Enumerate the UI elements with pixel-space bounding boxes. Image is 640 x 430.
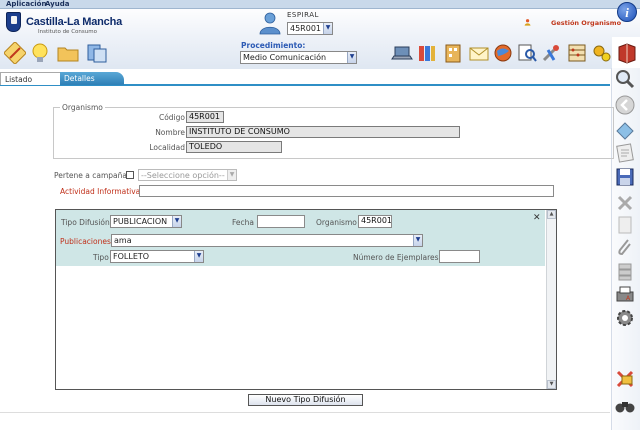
back-icon[interactable] [614, 94, 636, 116]
delete-icon[interactable] [614, 192, 636, 214]
publicaciones-label: Publicaciones [60, 237, 111, 246]
chevron-down-icon: ▼ [194, 251, 203, 262]
localidad-field[interactable]: TOLEDO [186, 141, 282, 153]
folder-icon[interactable] [57, 42, 79, 64]
info-icon[interactable]: i [617, 2, 637, 22]
scroll-up-icon[interactable]: ▲ [547, 210, 556, 219]
publicaciones-select-value: ama [114, 236, 132, 245]
settings-icon[interactable] [614, 307, 636, 329]
tools-icon[interactable] [540, 42, 562, 64]
save-icon[interactable] [614, 166, 636, 188]
panel-scrollbar[interactable]: ▲ ▼ [546, 210, 556, 389]
codigo-field[interactable]: 45R001 [186, 111, 224, 123]
procedimiento-label: Procedimiento: [241, 41, 306, 50]
chevron-down-icon: ▼ [347, 52, 356, 63]
fecha-field[interactable] [257, 215, 305, 228]
logo-subtitle: Instituto de Consumo [38, 29, 97, 35]
espiral-select-value: 45R001 [290, 24, 322, 33]
menu-aplicacion[interactable]: Aplicación [6, 0, 46, 9]
campana-select[interactable]: --Seleccione opción-- ▼ [138, 169, 237, 181]
books-icon[interactable] [416, 42, 438, 64]
localidad-label: Localidad [149, 143, 185, 152]
nombre-label: Nombre [155, 128, 185, 137]
laptop-icon[interactable] [391, 42, 413, 64]
ejemplares-label: Número de Ejemplares [353, 253, 439, 262]
user-icon [259, 12, 281, 35]
stack-icon[interactable] [614, 260, 636, 282]
menu-ayuda[interactable]: Ayuda [45, 0, 69, 9]
menu-bar: Aplicación Ayuda [0, 0, 640, 9]
chevron-down-icon: ▼ [227, 170, 236, 180]
abacus-icon[interactable] [566, 42, 588, 64]
binoculars-icon[interactable] [614, 394, 636, 416]
gears-icon[interactable] [591, 42, 613, 64]
coat-of-arms-icon [6, 12, 21, 32]
gestion-organismo-icon [524, 19, 531, 26]
gestion-organismo-link[interactable]: Gestión Organismo [551, 19, 621, 27]
campana-checkbox[interactable] [126, 171, 134, 179]
fecha-label: Fecha [232, 218, 254, 227]
cancel-tool-icon[interactable] [614, 368, 636, 390]
ejemplares-field[interactable] [439, 250, 480, 263]
procedimiento-select-value: Medio Comunicación [243, 53, 327, 62]
organismo-difusion-label: Organismo [316, 218, 357, 227]
eraser-icon[interactable] [614, 118, 636, 140]
chevron-down-icon: ▼ [323, 23, 332, 34]
campana-label: Pertene a campaña [54, 171, 127, 180]
actividad-field[interactable] [139, 185, 554, 197]
tipo-label: Tipo [93, 253, 109, 262]
procedimiento-select[interactable]: Medio Comunicación ▼ [240, 51, 357, 64]
organismo-legend: Organismo [62, 103, 103, 112]
tipo-select[interactable]: FOLLETO ▼ [110, 250, 204, 263]
search-document-icon[interactable] [516, 42, 538, 64]
bulb-icon[interactable] [29, 42, 51, 64]
tab-listado[interactable]: Listado [0, 72, 62, 85]
globe-icon[interactable] [492, 42, 514, 64]
tipo-difusion-select-value: PUBLICACION [113, 217, 168, 226]
scroll-down-icon[interactable]: ▼ [547, 380, 556, 389]
print-icon[interactable]: A [614, 284, 636, 306]
actividad-label: Actividad Informativa [60, 187, 141, 196]
chevron-down-icon: ▼ [172, 216, 181, 227]
codigo-label: Código [158, 113, 185, 122]
logo-title: Castilla-La Mancha [26, 16, 123, 28]
footer-divider [0, 412, 610, 413]
campana-select-value: --Seleccione opción-- [141, 171, 225, 180]
espiral-select[interactable]: 45R001 ▼ [287, 22, 333, 35]
chevron-down-icon: ▼ [413, 235, 422, 246]
notes-icon[interactable] [614, 142, 636, 164]
tipo-difusion-select[interactable]: PUBLICACION ▼ [110, 215, 182, 228]
espiral-label: ESPIRAL [287, 11, 319, 19]
mail-icon[interactable] [468, 42, 490, 64]
attach-icon[interactable] [614, 236, 636, 258]
nuevo-tipo-difusion-button[interactable]: Nuevo Tipo Difusión [248, 394, 363, 406]
building-icon[interactable] [442, 42, 464, 64]
document-icon[interactable] [614, 214, 636, 236]
tipo-select-value: FOLLETO [113, 252, 150, 261]
close-icon[interactable]: ✕ [533, 213, 541, 223]
tab-detalles[interactable]: Detalles [60, 72, 124, 85]
book-icon[interactable] [616, 42, 638, 64]
documents-icon[interactable] [86, 42, 108, 64]
search-icon[interactable] [614, 68, 636, 90]
tipo-difusion-label: Tipo Difusión [61, 218, 110, 227]
publicaciones-select[interactable]: ama ▼ [111, 234, 423, 247]
nombre-field[interactable]: INSTITUTO DE CONSUMO [186, 126, 460, 138]
edit-icon[interactable] [4, 42, 26, 64]
organismo-difusion-field[interactable]: 45R001 [358, 215, 392, 228]
